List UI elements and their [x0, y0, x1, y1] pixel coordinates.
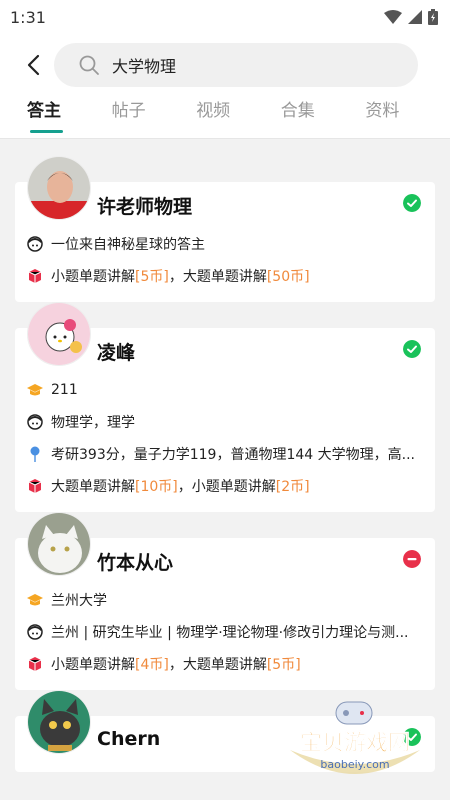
school-row: 兰州大学: [27, 584, 421, 616]
bio-row: 一位来自神秘星球的答主: [27, 228, 421, 260]
pricing-price: [10币]: [135, 479, 178, 495]
tab-posts[interactable]: 帖子: [112, 96, 197, 138]
watermark-title: 宝贝游戏网: [300, 730, 410, 756]
graduation-cap-icon: [27, 384, 43, 396]
search-input[interactable]: 大学物理: [54, 43, 418, 87]
pricing-separator: ，: [168, 657, 183, 673]
bio-text: 一位来自神秘星球的答主: [51, 237, 205, 253]
scores-text: 考研393分，量子力学119，普通物理144 大学物理，高...: [51, 447, 415, 463]
pin-icon: [30, 446, 40, 462]
search-icon: [79, 55, 99, 75]
pricing-price: [5币]: [266, 657, 301, 673]
face-icon: [27, 236, 43, 252]
answerer-name: 凌峰: [97, 341, 136, 364]
back-button[interactable]: [18, 45, 48, 85]
pricing-price: [5币]: [135, 269, 169, 285]
answerer-name: 竹本从心: [97, 551, 174, 574]
watermark-url: baobeiy.com: [320, 758, 389, 771]
battery-icon: [428, 9, 438, 25]
answerer-card[interactable]: 竹本从心 兰州大学 兰州 | 研究生毕业 | 物理学·理论物理·修改引力理论与测…: [15, 512, 435, 690]
graduation-cap-icon: [27, 594, 43, 606]
face-icon: [27, 624, 43, 640]
school-text: 兰州大学: [51, 593, 107, 609]
pricing-price: [2币]: [275, 479, 310, 495]
answerer-name: Chern: [97, 728, 161, 750]
status-bar: 1:31: [0, 0, 450, 34]
tab-videos[interactable]: 视频: [196, 96, 281, 138]
tab-answerers[interactable]: 答主: [27, 96, 112, 138]
online-status-icon: [403, 340, 421, 358]
cube-icon: [28, 657, 42, 671]
busy-status-icon: [403, 550, 421, 568]
answerer-name: 许老师物理: [97, 195, 193, 218]
pricing-label: 大题单题讲解: [51, 479, 135, 495]
field-text: 兰州 | 研究生毕业 | 物理学·理论物理·修改引力理论与测...: [51, 625, 409, 641]
tab-collections[interactable]: 合集: [281, 96, 366, 138]
field-row: 物理学，理学: [27, 406, 421, 438]
cube-icon: [28, 269, 42, 283]
face-icon: [27, 414, 43, 430]
pricing-row: 大题单题讲解[10币]，小题单题讲解[2币]: [27, 470, 421, 502]
school-text: 211: [51, 382, 78, 398]
search-query: 大学物理: [112, 57, 177, 76]
pricing-price: [4币]: [135, 657, 169, 673]
answerer-card[interactable]: 凌峰 211 物理学，理学 考研393分，量子力学119，普通物理144 大学物…: [15, 302, 435, 512]
school-row: 211: [27, 374, 421, 406]
pricing-label: 小题单题讲解: [51, 269, 135, 285]
pricing-label: 大题单题讲解: [182, 657, 267, 673]
status-icons: [384, 9, 438, 25]
answerer-list: 许老师物理 一位来自神秘星球的答主 小题单题讲解[5币]，大题单题讲解[50币]…: [0, 139, 450, 772]
pricing-label: 小题单题讲解: [51, 657, 135, 673]
search-row: 大学物理: [0, 34, 450, 96]
tab-materials[interactable]: 资料: [365, 96, 450, 138]
field-row: 兰州 | 研究生毕业 | 物理学·理论物理·修改引力理论与测...: [27, 616, 421, 648]
pricing-separator: ，: [168, 269, 183, 285]
watermark: 宝贝游戏网 baobeiy.com: [280, 698, 430, 788]
pricing-row: 小题单题讲解[5币]，大题单题讲解[50币]: [27, 260, 421, 292]
tab-bar: 答主 帖子 视频 合集 资料: [0, 96, 450, 138]
signal-icon: [408, 10, 422, 24]
pricing-price: [50币]: [266, 269, 310, 285]
pricing-label: 大题单题讲解: [182, 269, 267, 285]
answerer-card[interactable]: 许老师物理 一位来自神秘星球的答主 小题单题讲解[5币]，大题单题讲解[50币]: [15, 156, 435, 302]
back-arrow-icon: [27, 54, 40, 76]
pricing-separator: ，: [177, 479, 192, 495]
field-text: 物理学，理学: [51, 415, 135, 431]
scores-row: 考研393分，量子力学119，普通物理144 大学物理，高...: [27, 438, 421, 470]
status-time: 1:31: [10, 7, 46, 27]
wifi-icon: [384, 10, 402, 24]
pricing-label: 小题单题讲解: [191, 479, 276, 495]
pricing-row: 小题单题讲解[4币]，大题单题讲解[5币]: [27, 648, 421, 680]
cube-icon: [28, 479, 42, 493]
online-status-icon: [403, 194, 421, 212]
